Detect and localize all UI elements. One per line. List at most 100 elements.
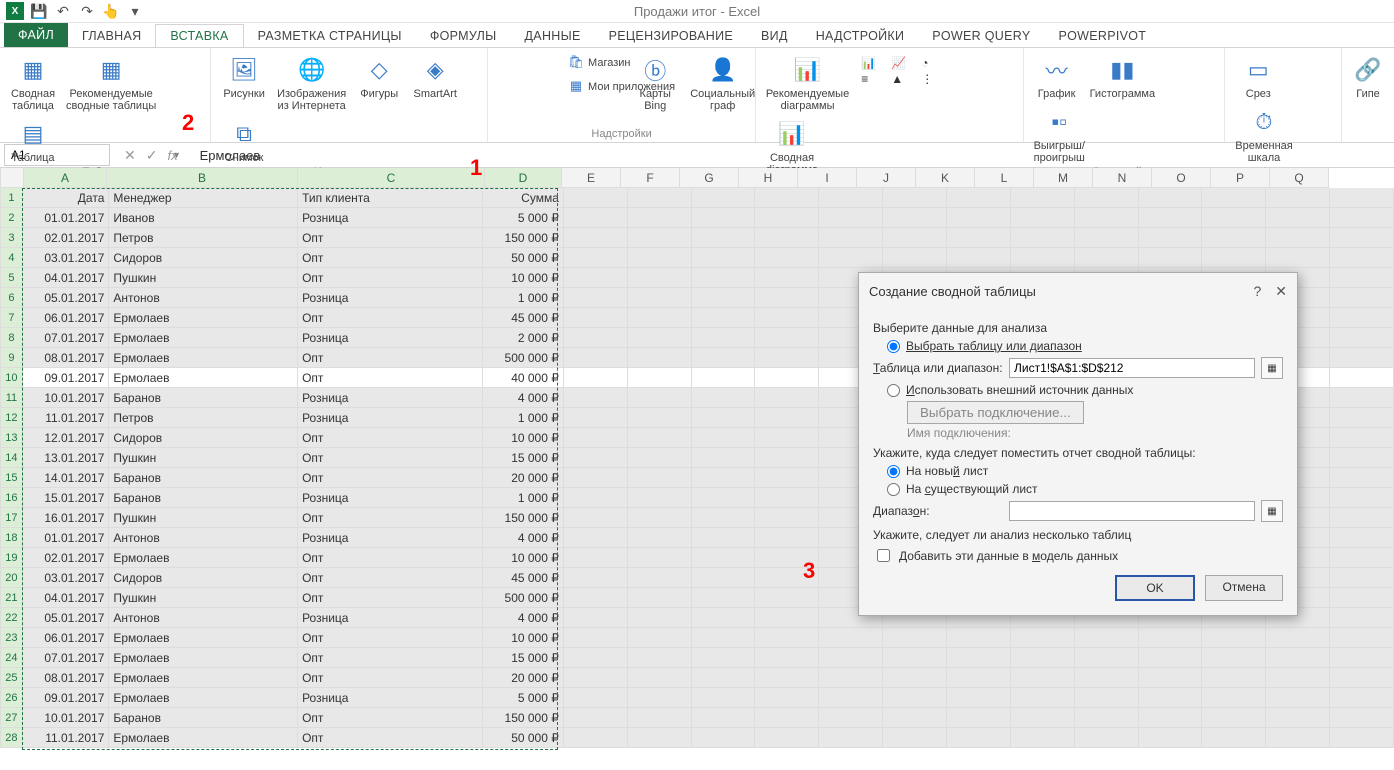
- cancel-button[interactable]: Отмена: [1205, 575, 1283, 601]
- cell[interactable]: [1330, 668, 1394, 688]
- cell[interactable]: Баранов: [109, 468, 298, 488]
- cell[interactable]: [692, 548, 756, 568]
- cell[interactable]: [819, 228, 883, 248]
- column-header-O[interactable]: O: [1152, 168, 1211, 188]
- cell[interactable]: [755, 468, 819, 488]
- cell[interactable]: 06.01.2017: [23, 308, 110, 328]
- cell[interactable]: [819, 628, 883, 648]
- cell[interactable]: [883, 708, 947, 728]
- cell[interactable]: [755, 388, 819, 408]
- tab-powerpivot[interactable]: POWERPIVOT: [1044, 25, 1160, 47]
- area-chart-icon[interactable]: ▲: [891, 72, 919, 86]
- slicer-button[interactable]: ▭Срез: [1231, 52, 1285, 102]
- cell[interactable]: [755, 608, 819, 628]
- cell[interactable]: Ермолаев: [109, 688, 298, 708]
- cell[interactable]: 50 000 ₽: [483, 728, 564, 748]
- row-header[interactable]: 2: [0, 208, 23, 228]
- cell[interactable]: [628, 408, 692, 428]
- cell[interactable]: 15.01.2017: [23, 488, 110, 508]
- undo-icon[interactable]: ↶: [54, 2, 72, 20]
- ok-button[interactable]: OK: [1115, 575, 1195, 601]
- cell[interactable]: 08.01.2017: [23, 668, 110, 688]
- cell[interactable]: 1 000 ₽: [483, 408, 564, 428]
- cell[interactable]: [1139, 728, 1203, 748]
- cell[interactable]: [1011, 728, 1075, 748]
- cell[interactable]: [628, 448, 692, 468]
- cell[interactable]: [1139, 688, 1203, 708]
- cell[interactable]: Опт: [298, 268, 483, 288]
- cell[interactable]: [692, 448, 756, 468]
- cell[interactable]: [1075, 628, 1139, 648]
- cell[interactable]: Опт: [298, 308, 483, 328]
- cell[interactable]: [755, 428, 819, 448]
- cell[interactable]: [755, 648, 819, 668]
- cell[interactable]: [692, 728, 756, 748]
- cell[interactable]: [692, 708, 756, 728]
- cell[interactable]: [755, 328, 819, 348]
- cell[interactable]: [1330, 408, 1394, 428]
- cell[interactable]: Ермолаев: [109, 648, 298, 668]
- cell[interactable]: [692, 328, 756, 348]
- column-header-C[interactable]: C: [298, 168, 485, 188]
- cell[interactable]: Розница: [298, 328, 483, 348]
- cell[interactable]: [947, 208, 1011, 228]
- cell[interactable]: [1330, 248, 1394, 268]
- row-header[interactable]: 16: [0, 488, 23, 508]
- cell[interactable]: [819, 728, 883, 748]
- cell[interactable]: [1330, 688, 1394, 708]
- cell[interactable]: 15 000 ₽: [483, 448, 564, 468]
- cell[interactable]: [628, 188, 692, 208]
- tab-file[interactable]: ФАЙЛ: [4, 23, 68, 47]
- cell[interactable]: 45 000 ₽: [483, 308, 564, 328]
- row-header[interactable]: 18: [0, 528, 23, 548]
- select-all-corner[interactable]: [0, 168, 24, 188]
- cell[interactable]: [947, 628, 1011, 648]
- cell[interactable]: [692, 668, 756, 688]
- cell[interactable]: [564, 728, 628, 748]
- cell[interactable]: Баранов: [109, 388, 298, 408]
- cell[interactable]: Антонов: [109, 288, 298, 308]
- cell[interactable]: [628, 628, 692, 648]
- collapse-place-icon[interactable]: ▦: [1261, 500, 1283, 522]
- cell[interactable]: 2 000 ₽: [483, 328, 564, 348]
- range-input[interactable]: [1009, 358, 1255, 378]
- cell[interactable]: [1330, 388, 1394, 408]
- cell[interactable]: Баранов: [109, 708, 298, 728]
- social-graph-button[interactable]: 👤Социальный граф: [686, 52, 759, 114]
- cell[interactable]: [564, 528, 628, 548]
- column-header-E[interactable]: E: [562, 168, 621, 188]
- row-header[interactable]: 23: [0, 628, 23, 648]
- cell[interactable]: Розница: [298, 388, 483, 408]
- row-header[interactable]: 20: [0, 568, 23, 588]
- cell[interactable]: 10 000 ₽: [483, 268, 564, 288]
- cell[interactable]: Ермолаев: [109, 548, 298, 568]
- cell[interactable]: Пушкин: [109, 588, 298, 608]
- cell[interactable]: [564, 568, 628, 588]
- cell[interactable]: [692, 308, 756, 328]
- cell[interactable]: [692, 428, 756, 448]
- cell[interactable]: [692, 648, 756, 668]
- cell[interactable]: [1330, 188, 1394, 208]
- cell[interactable]: [564, 488, 628, 508]
- cell[interactable]: [1266, 188, 1330, 208]
- sparkline-column-button[interactable]: ▮▮Гистограмма: [1086, 52, 1160, 102]
- cell[interactable]: Иванов: [109, 208, 298, 228]
- cell[interactable]: [755, 488, 819, 508]
- cell[interactable]: Сидоров: [109, 428, 298, 448]
- cell[interactable]: 02.01.2017: [23, 548, 110, 568]
- column-header-B[interactable]: B: [107, 168, 298, 188]
- cell[interactable]: 10 000 ₽: [483, 548, 564, 568]
- cell[interactable]: 09.01.2017: [23, 368, 110, 388]
- cell[interactable]: [692, 348, 756, 368]
- cell[interactable]: [755, 668, 819, 688]
- cell[interactable]: [1075, 208, 1139, 228]
- cell[interactable]: [1011, 188, 1075, 208]
- cell[interactable]: 11.01.2017: [23, 408, 110, 428]
- cell[interactable]: [1075, 668, 1139, 688]
- row-header[interactable]: 25: [0, 668, 23, 688]
- cell[interactable]: [1330, 428, 1394, 448]
- cell[interactable]: [1075, 248, 1139, 268]
- qat-customize-icon[interactable]: ▾: [126, 2, 144, 20]
- cell[interactable]: 4 000 ₽: [483, 388, 564, 408]
- cell[interactable]: [628, 388, 692, 408]
